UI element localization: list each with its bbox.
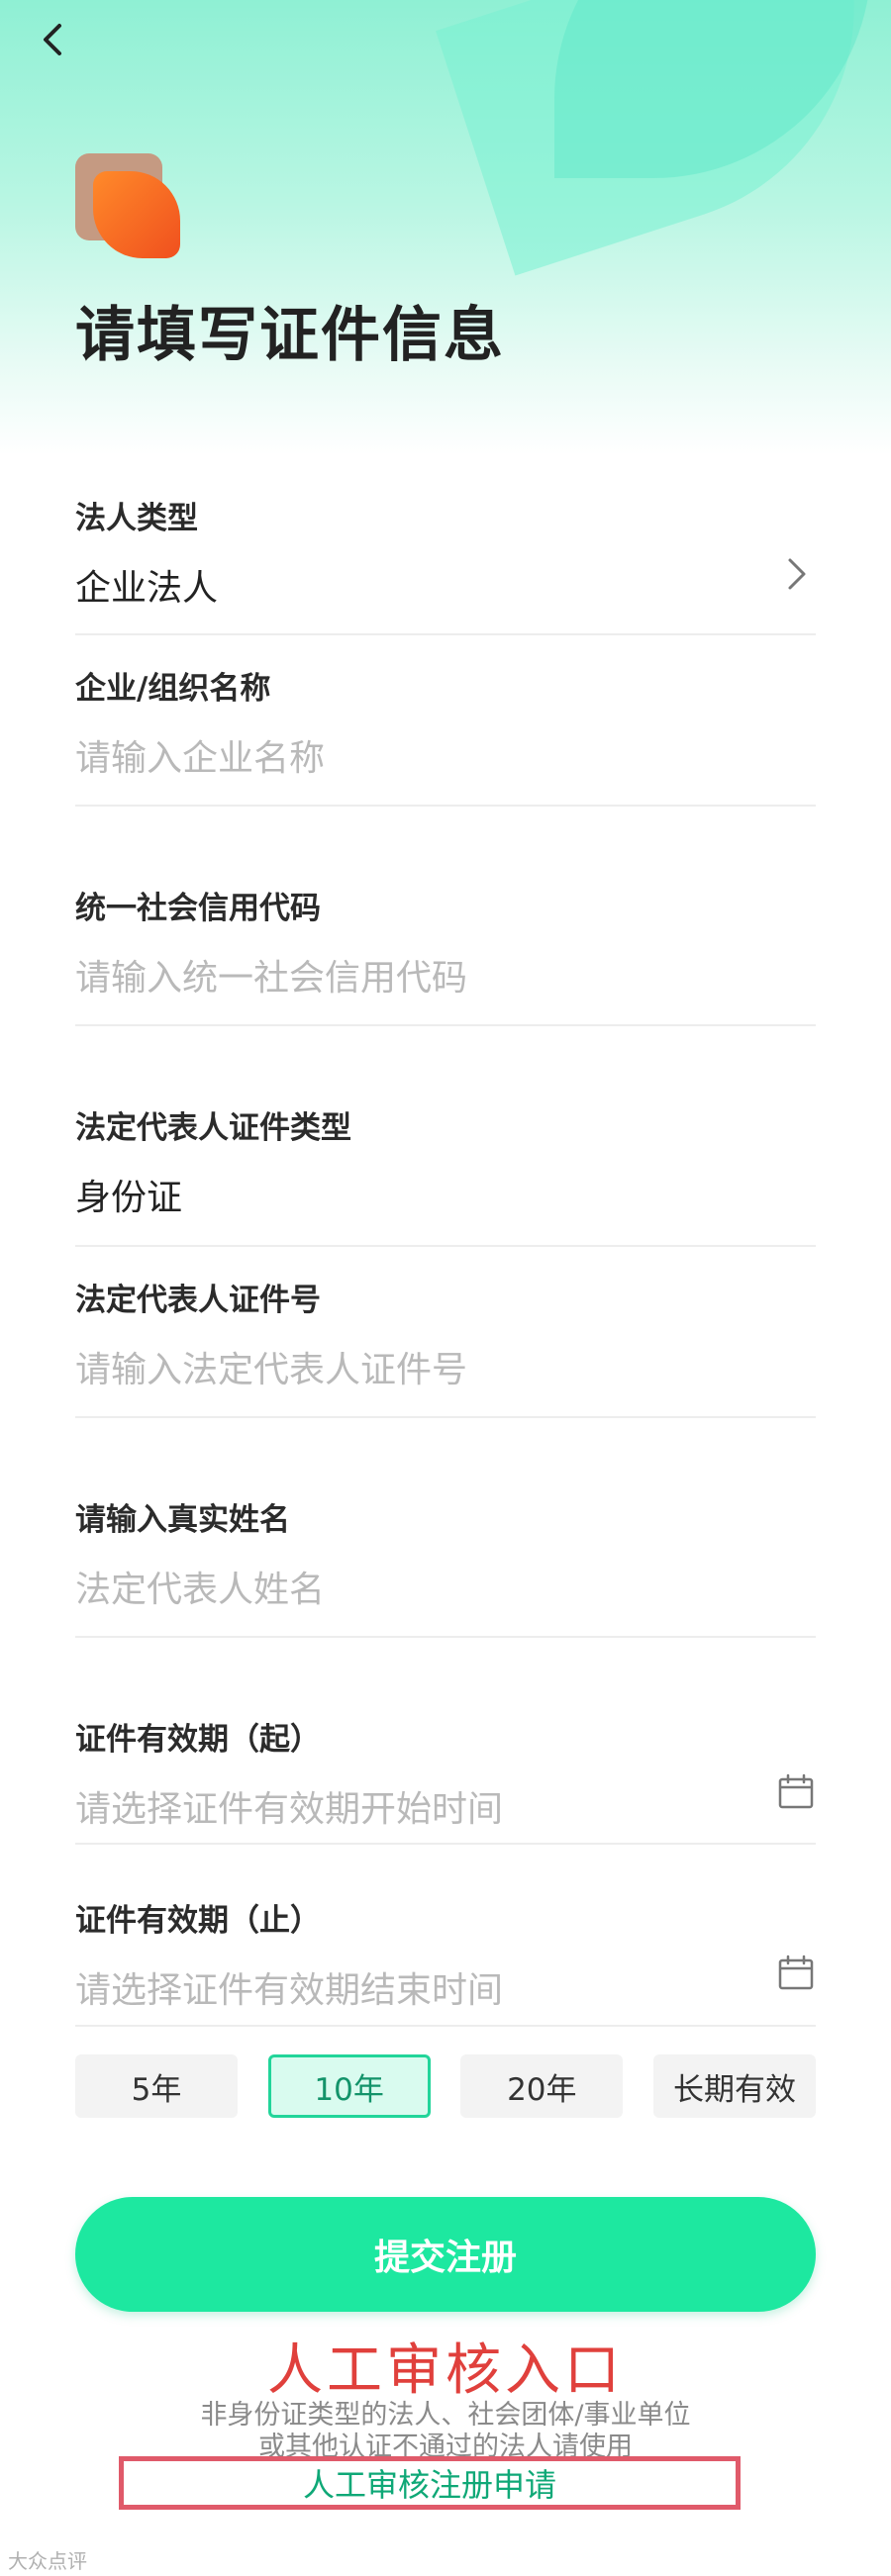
valid-end-label: 证件有效期（止）: [75, 1903, 321, 1939]
rep-id-type-value: 身份证: [75, 1178, 183, 1218]
chip-long-term[interactable]: 长期有效: [652, 2054, 816, 2118]
org-name-input[interactable]: 请输入企业名称: [75, 729, 816, 781]
rep-id-type-field[interactable]: 法定代表人证件类型 身份证: [75, 1102, 816, 1220]
legal-type-select[interactable]: 法人类型 企业法人: [75, 493, 816, 611]
divider: [75, 1416, 816, 1418]
credit-code-label: 统一社会信用代码: [75, 891, 321, 926]
real-name-field[interactable]: 请输入真实姓名 法定代表人姓名: [75, 1494, 816, 1612]
divider: [75, 1024, 816, 1026]
rep-id-no-field[interactable]: 法定代表人证件号 请输入法定代表人证件号: [75, 1275, 816, 1392]
back-arrow-icon[interactable]: [34, 20, 73, 59]
app-logo: [75, 153, 182, 260]
divider: [75, 633, 816, 635]
divider: [75, 2025, 816, 2027]
valid-start-label: 证件有效期（起）: [75, 1722, 321, 1758]
chip-10-years[interactable]: 10年: [267, 2054, 431, 2118]
manual-review-highlight: 人工审核注册申请: [119, 2456, 741, 2510]
rep-id-type-label: 法定代表人证件类型: [75, 1110, 351, 1146]
submit-register-button[interactable]: 提交注册: [75, 2197, 816, 2312]
divider: [75, 1245, 816, 1247]
valid-start-field[interactable]: 证件有效期（起） 请选择证件有效期开始时间: [75, 1714, 816, 1832]
watermark: 大众点评: [8, 2549, 87, 2573]
chevron-right-icon: [788, 558, 806, 590]
valid-end-input[interactable]: 请选择证件有效期结束时间: [75, 1961, 816, 2013]
calendar-icon[interactable]: [776, 1771, 816, 1811]
rep-id-no-label: 法定代表人证件号: [75, 1283, 321, 1318]
org-name-field[interactable]: 企业/组织名称 请输入企业名称: [75, 663, 816, 781]
divider: [75, 805, 816, 807]
chip-20-years[interactable]: 20年: [460, 2054, 624, 2118]
credit-code-field[interactable]: 统一社会信用代码 请输入统一社会信用代码: [75, 883, 816, 1001]
real-name-input[interactable]: 法定代表人姓名: [75, 1561, 816, 1612]
credit-code-input[interactable]: 请输入统一社会信用代码: [75, 949, 816, 1001]
org-name-label: 企业/组织名称: [75, 671, 271, 707]
divider: [75, 1843, 816, 1845]
valid-start-input[interactable]: 请选择证件有效期开始时间: [75, 1780, 816, 1832]
page-title: 请填写证件信息: [75, 301, 505, 370]
chip-5-years[interactable]: 5年: [75, 2054, 238, 2118]
manual-review-link[interactable]: 人工审核注册申请: [303, 2460, 556, 2506]
calendar-icon[interactable]: [776, 1953, 816, 1992]
legal-type-label: 法人类型: [75, 501, 198, 536]
rep-id-no-input[interactable]: 请输入法定代表人证件号: [75, 1341, 816, 1392]
legal-type-value: 企业法人: [75, 568, 219, 609]
divider: [75, 1636, 816, 1638]
decorative-leaf: [554, 0, 871, 178]
validity-chip-group: 5年 10年 20年 长期有效: [75, 2054, 816, 2122]
real-name-label: 请输入真实姓名: [75, 1502, 290, 1538]
valid-end-field[interactable]: 证件有效期（止） 请选择证件有效期结束时间: [75, 1895, 816, 2013]
